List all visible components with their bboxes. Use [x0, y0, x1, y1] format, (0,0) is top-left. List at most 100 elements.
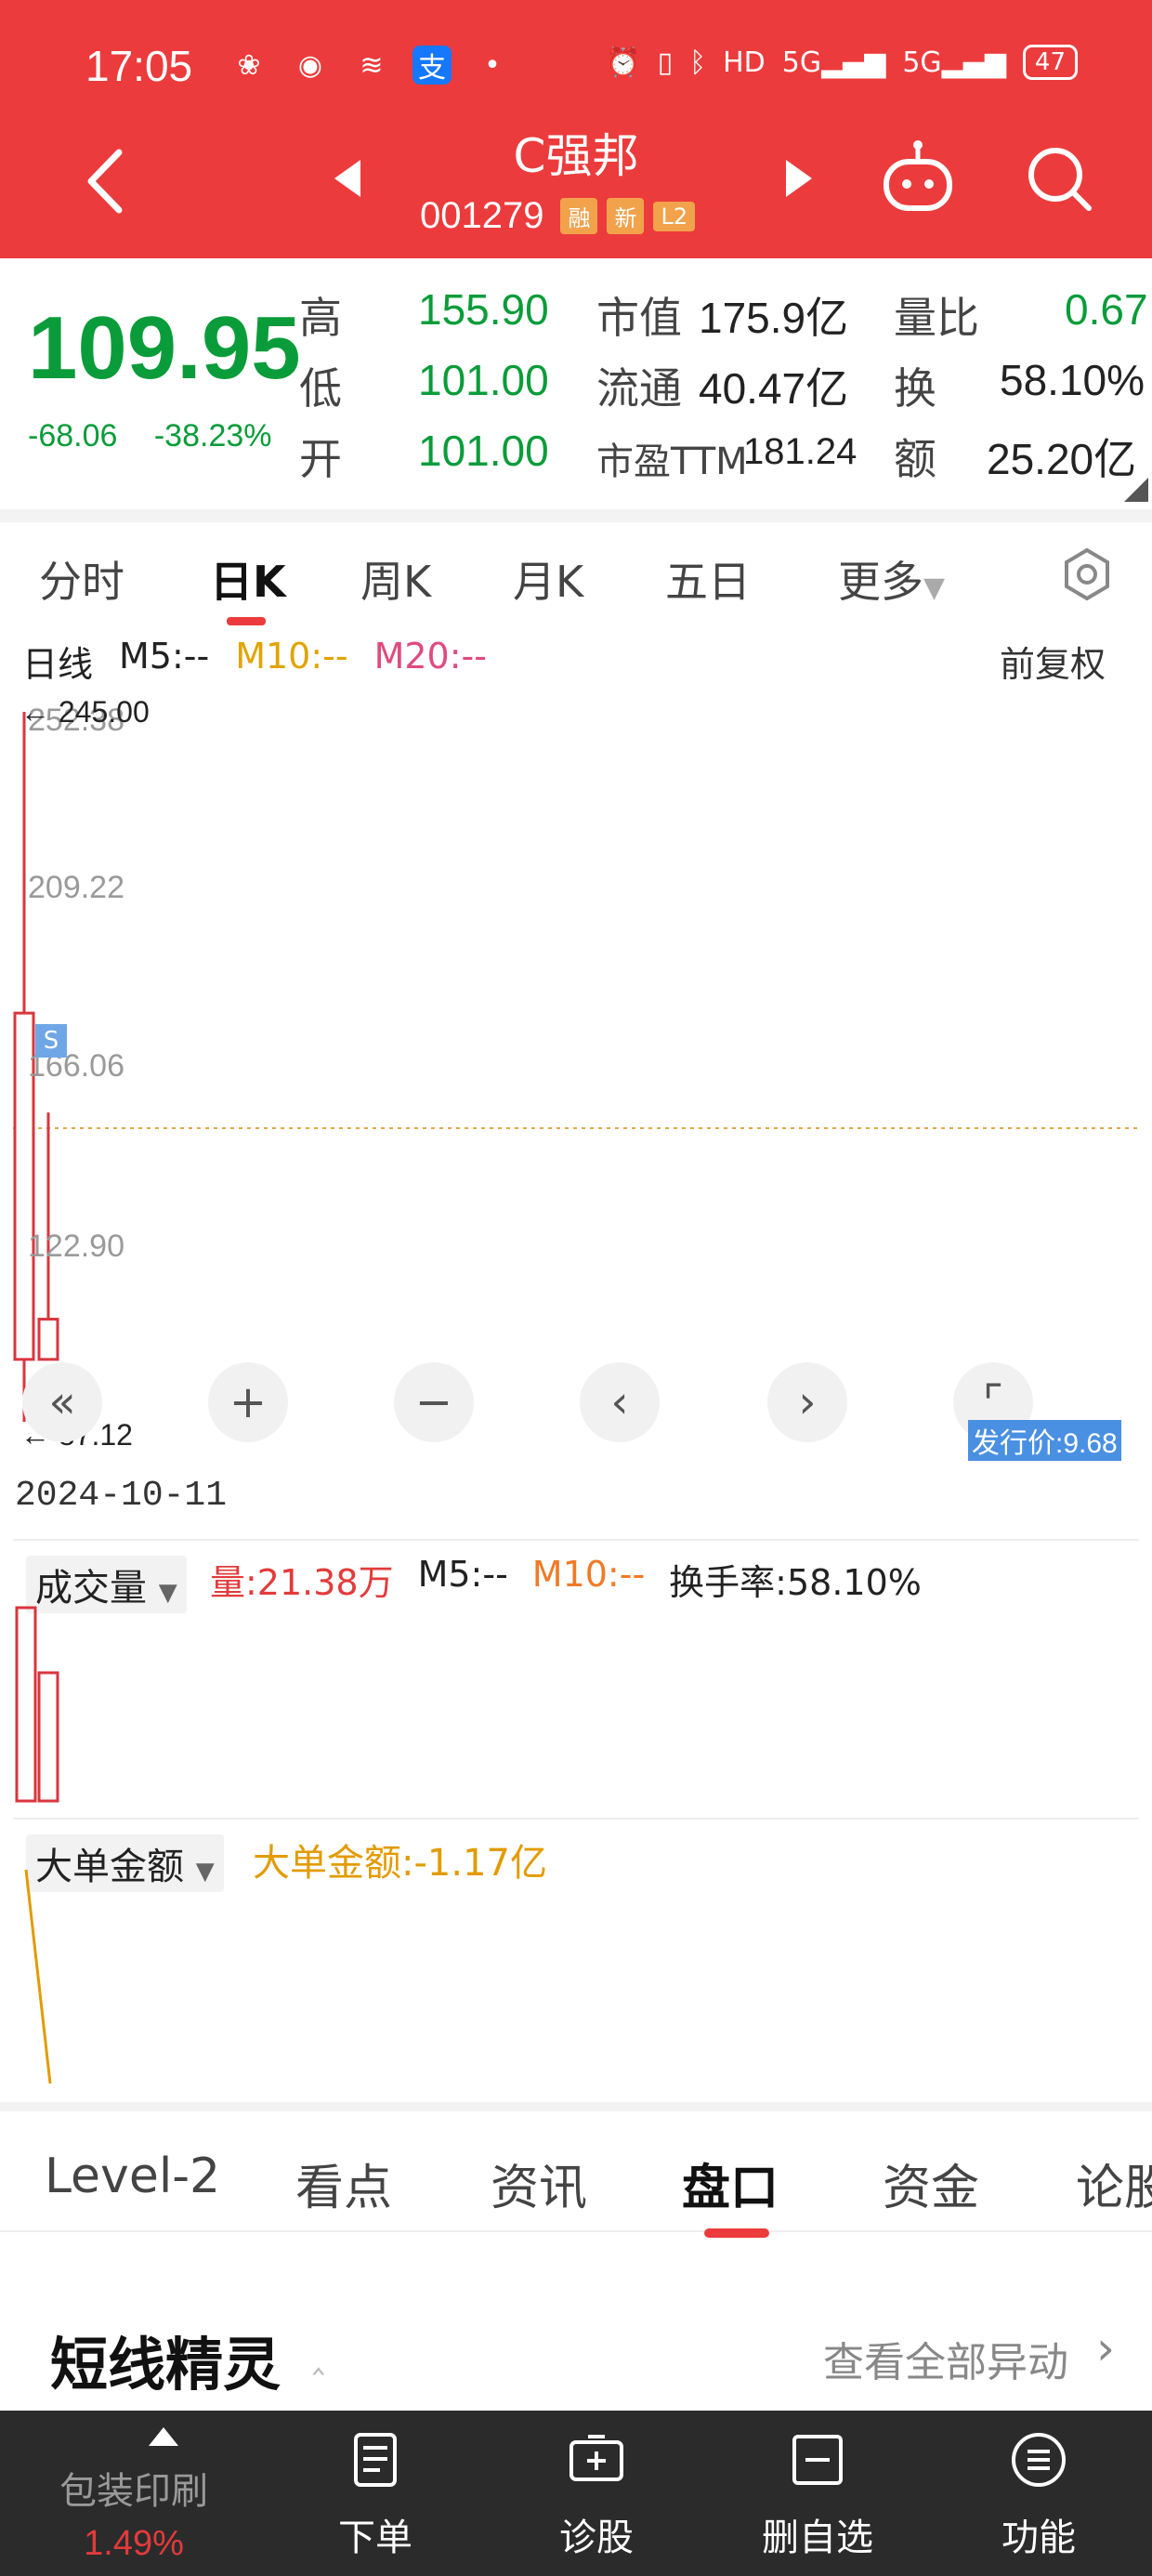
volume-bar — [15, 1606, 37, 1803]
hd-icon: HD — [723, 46, 766, 79]
chevron-right-icon[interactable]: › — [1096, 2321, 1115, 2375]
sector-name: 包装印刷 — [59, 2470, 208, 2513]
diagnose-button[interactable]: 诊股 — [522, 2429, 671, 2561]
float-label: 流通 — [596, 363, 682, 414]
y-tick-label: 122.90 — [28, 1229, 124, 1264]
search-icon[interactable] — [1022, 141, 1096, 216]
open-value: 101.00 — [418, 427, 549, 475]
big-order-line — [24, 1869, 52, 2084]
volume-panel: 成交量 ▼ 量:21.38万 M5:-- M10:-- 换手率:58.10% — [13, 1539, 1139, 1803]
tab-intraday[interactable]: 分时 — [39, 548, 124, 610]
stock-detail-screen: 17:05 ❀ ◉ ≋ 支 • ⏰ ▯ ᛒ HD 5G▂▄▆ 5G▂▄▆ 47 … — [0, 0, 1152, 2576]
section-divider — [0, 509, 1152, 522]
sector-change: 1.49% — [84, 2524, 184, 2563]
ma5-label: M5:-- — [119, 636, 210, 677]
big-order-line-svg — [24, 1869, 52, 2084]
s-marker[interactable]: S — [35, 1024, 67, 1058]
assistant-robot-icon[interactable] — [877, 138, 959, 219]
high-label: 高 — [299, 293, 342, 343]
current-price: 109.95 — [28, 298, 301, 398]
back-arrow-icon[interactable] — [78, 139, 134, 223]
alipay-icon: 支 — [412, 46, 452, 85]
change-percent: -38.23% — [153, 418, 272, 453]
y-tick-label: 209.22 — [28, 870, 124, 905]
remove-watchlist-label: 删自选 — [762, 2517, 873, 2559]
next-stock-button[interactable] — [786, 160, 812, 197]
alarm-icon: ⏰ — [606, 46, 641, 79]
amount-label: 额 — [894, 434, 936, 484]
level2-tag: L2 — [653, 201, 696, 231]
volume-ratio-label: 量比 — [894, 293, 979, 343]
collapse-caret-icon[interactable]: ‸ — [312, 2333, 325, 2375]
candle-body — [37, 1318, 59, 1361]
settings-icon[interactable] — [1059, 546, 1115, 602]
tab-highlights[interactable]: 看点 — [295, 2149, 392, 2218]
remove-icon — [792, 2435, 843, 2485]
scroll-left-fast-button[interactable]: « — [22, 1362, 102, 1442]
notification-icons: ❀ ◉ ≋ 支 • — [229, 45, 513, 85]
place-order-button[interactable]: 下单 — [301, 2429, 450, 2561]
kline-date: 2024-10-11 — [15, 1476, 228, 1516]
stock-code-row: 001279 融 新 L2 — [420, 195, 696, 237]
tab-monthly-k[interactable]: 月K — [513, 548, 583, 610]
low-label: 低 — [299, 363, 342, 414]
volume-bar — [37, 1671, 59, 1803]
zoom-out-button[interactable]: − — [394, 1362, 474, 1442]
stock-name: C强邦 — [513, 129, 639, 183]
dot-icon: • — [484, 48, 501, 82]
big-order-panel: 大单金额 ▼ 大单金额:-1.17亿 — [13, 1818, 1139, 2087]
top-header: 17:05 ❀ ◉ ≋ 支 • ⏰ ▯ ᛒ HD 5G▂▄▆ 5G▂▄▆ 47 … — [0, 0, 1152, 258]
adjustment-toggle[interactable]: 前复权 — [1000, 636, 1106, 687]
remove-watchlist-button[interactable]: 删自选 — [743, 2429, 892, 2561]
menu-circle-icon — [1012, 2433, 1066, 2487]
change-amount: -68.06 — [28, 418, 118, 453]
tab-more[interactable]: 更多▼ — [838, 548, 945, 610]
functions-label: 功能 — [1001, 2517, 1076, 2559]
vibrate-icon: ▯ — [657, 46, 674, 79]
tab-funds[interactable]: 资金 — [883, 2149, 979, 2218]
kline-type-label: 日线 — [22, 644, 94, 685]
functions-button[interactable]: 功能 — [964, 2429, 1113, 2561]
price-change: -68.06 -38.23% — [28, 418, 300, 454]
order-doc-icon — [354, 2433, 397, 2487]
signal-5g-icon: 5G▂▄▆ — [781, 46, 886, 79]
tab-daily-k[interactable]: 日K — [210, 548, 286, 610]
zoom-in-button[interactable]: + — [208, 1362, 288, 1442]
kline-chart[interactable] — [0, 688, 1152, 1450]
tab-weekly-k[interactable]: 周K — [360, 548, 431, 610]
quote-panel: 109.95 -68.06 -38.23% 高 155.90 低 101.00 … — [0, 258, 1152, 509]
tab-order-book[interactable]: 盘口 — [682, 2149, 779, 2218]
tab-five-day[interactable]: 五日 — [665, 548, 751, 610]
volume-ratio-value: 0.67 — [1065, 285, 1148, 334]
margin-tag: 融 — [560, 198, 598, 234]
see-all-alerts-link[interactable]: 查看全部异动 — [823, 2329, 1068, 2388]
tab-news[interactable]: 资讯 — [491, 2149, 587, 2218]
new-tag: 新 — [607, 198, 645, 234]
sprite-section-title: 短线精灵 — [50, 2331, 281, 2399]
place-order-label: 下单 — [338, 2517, 412, 2559]
ma20-label: M20:-- — [373, 636, 487, 677]
kline-legend: 日线 M5:-- M10:-- M20:-- — [22, 636, 487, 687]
float-value: 40.47亿 — [699, 364, 849, 413]
signal-5g-icon: 5G▂▄▆ — [902, 46, 1006, 79]
issue-price-label: 发行价:9.68 — [968, 1420, 1121, 1461]
turnover-value: 58.10% — [1000, 356, 1145, 404]
caret-up-icon — [149, 2427, 178, 2446]
scroll-left-button[interactable]: ‹ — [580, 1362, 660, 1442]
chart-bg — [13, 695, 1139, 1450]
mktcap-label: 市值 — [596, 293, 682, 343]
app-icon: ❀ — [237, 48, 261, 82]
pe-label: 市盈TTM — [596, 440, 748, 483]
prev-stock-button[interactable] — [334, 160, 360, 197]
diagnose-icon — [569, 2435, 623, 2481]
chart-small-icon: ≋ — [360, 48, 384, 82]
app-icon: ◉ — [297, 48, 323, 82]
high-annotation: ← 245.00 — [20, 695, 150, 729]
open-label: 开 — [299, 434, 342, 484]
tab-discussion[interactable]: 论股 — [1076, 2149, 1152, 2218]
expand-corner-icon[interactable] — [1124, 478, 1148, 502]
scroll-right-button[interactable]: › — [767, 1362, 847, 1442]
ma10-label: M10:-- — [235, 636, 348, 677]
sector-indicator[interactable]: 包装印刷 1.49% — [32, 2427, 236, 2564]
tab-level2[interactable]: Level-2 — [45, 2149, 220, 2204]
